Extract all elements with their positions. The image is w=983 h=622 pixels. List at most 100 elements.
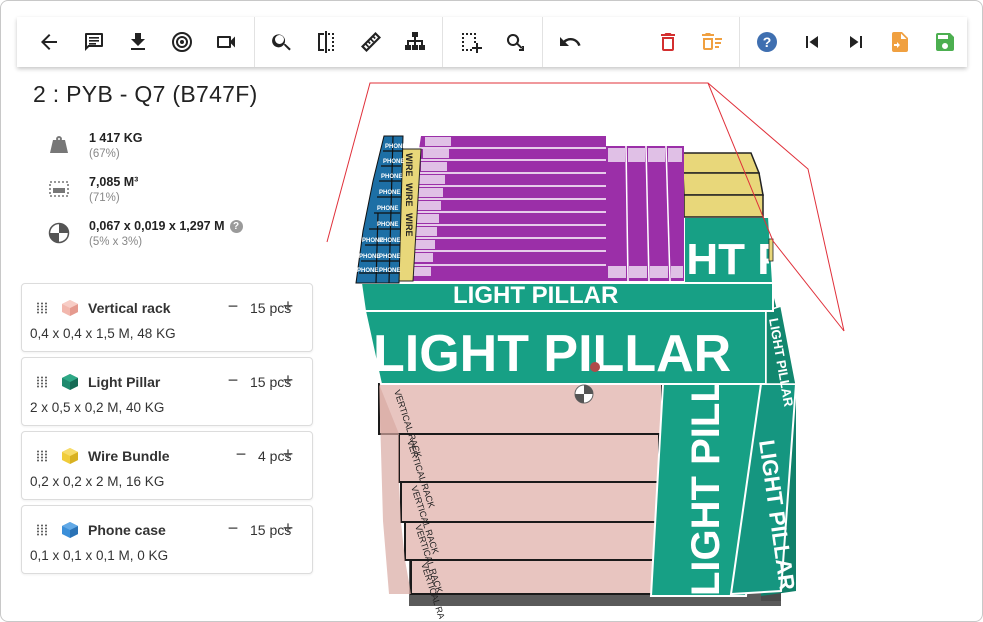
phone-label: PHONE: [383, 159, 404, 165]
drag-handle-icon[interactable]: [36, 450, 48, 462]
trash-list-icon: [701, 33, 722, 50]
skip-previous-icon: [805, 36, 818, 48]
save-icon: [935, 33, 954, 51]
center-of-gravity-marker: [590, 362, 600, 372]
decrease-button[interactable]: −: [225, 370, 241, 391]
item-card-wire-bundle[interactable]: Wire Bundle − 4 pcs + 0,2 x 0,2 x 2 M, 1…: [21, 431, 313, 500]
toolbar-separator: [739, 17, 741, 67]
decrease-button[interactable]: −: [225, 296, 241, 317]
help-icon: ?: [757, 32, 778, 52]
volume-value: 7,085 M³: [89, 175, 139, 189]
trash-icon: [660, 33, 675, 51]
search-button[interactable]: [263, 22, 301, 62]
app-window: ? 2 : PYB - Q7 (B747F) 1 417 KG (67%) 7,…: [0, 0, 983, 622]
phone-label: PHONE: [377, 222, 398, 228]
toolbar: ?: [17, 17, 967, 67]
toolbar-separator: [253, 17, 255, 67]
increase-button[interactable]: +: [280, 296, 296, 317]
dimensions-text: 0,067 x 0,019 x 1,297 M: [89, 219, 225, 233]
wire-label: WIRE: [404, 153, 414, 177]
cube-icon: [62, 300, 78, 316]
dimensions-value: 0,067 x 0,019 x 1,297 M?: [89, 219, 243, 233]
phone-label: PHONE: [357, 268, 378, 274]
select-area-button[interactable]: [451, 22, 489, 62]
comment-button[interactable]: [74, 22, 112, 62]
cube-icon: [62, 522, 78, 538]
file-export-icon: [892, 32, 909, 52]
rotate-search-button[interactable]: [496, 22, 534, 62]
weight-percent: (67%): [89, 148, 120, 160]
phone-label: PHONE: [385, 144, 406, 150]
select-area-icon: [461, 33, 482, 53]
drag-handle-icon[interactable]: [36, 302, 48, 314]
weight-stat: 1 417 KG (67%): [47, 131, 143, 160]
help-button[interactable]: ?: [748, 22, 786, 62]
save-button[interactable]: [926, 22, 964, 62]
rotate-search-icon: [506, 33, 524, 51]
download-icon: [130, 33, 145, 50]
delete-button[interactable]: [648, 22, 686, 62]
item-card-phone-case[interactable]: Phone case − 15 pcs + 0,1 x 0,1 x 0,1 M,…: [21, 505, 313, 574]
split-view-button[interactable]: [307, 22, 345, 62]
item-name: Phone case: [88, 522, 166, 538]
skip-next-button[interactable]: [837, 22, 875, 62]
item-dimensions: 0,4 x 0,4 x 1,5 M, 48 KG: [30, 326, 176, 341]
item-name: Vertical rack: [88, 300, 171, 316]
item-name: Light Pillar: [88, 374, 161, 390]
download-button[interactable]: [119, 22, 157, 62]
back-button[interactable]: [30, 22, 68, 62]
decrease-button[interactable]: −: [225, 518, 241, 539]
hierarchy-icon: [405, 32, 426, 50]
phone-label: PHONE: [379, 268, 400, 274]
search-icon: [272, 34, 291, 51]
item-card-light-pillar[interactable]: Light Pillar − 15 pcs + 2 x 0,5 x 0,2 M,…: [21, 357, 313, 426]
target-icon: [172, 32, 193, 52]
increase-button[interactable]: +: [280, 518, 296, 539]
drag-handle-icon[interactable]: [36, 524, 48, 536]
phone-label: PHONE: [381, 174, 402, 180]
pillar-label: LIGHT PILLAR: [453, 282, 618, 309]
wire-label: WIRE: [404, 213, 414, 237]
item-card-vertical-rack[interactable]: Vertical rack − 15 pcs + 0,4 x 0,4 x 1,5…: [21, 283, 313, 352]
svg-text:?: ?: [763, 34, 772, 50]
increase-button[interactable]: +: [280, 444, 296, 465]
increase-button[interactable]: +: [280, 370, 296, 391]
undo-icon: [560, 37, 581, 46]
weight-icon: [50, 136, 68, 153]
toolbar-separator: [542, 17, 544, 67]
phone-label: PHONE: [359, 254, 380, 260]
item-dimensions: 0,2 x 0,2 x 2 M, 16 KG: [30, 474, 165, 489]
wire-bundle-small: [768, 238, 774, 262]
volume-percent: (71%): [89, 192, 120, 204]
export-file-button[interactable]: [881, 22, 919, 62]
ruler-button[interactable]: [352, 22, 390, 62]
video-button[interactable]: [208, 22, 246, 62]
phone-label: PHONE: [377, 206, 398, 212]
skip-previous-button[interactable]: [792, 22, 830, 62]
video-icon: [216, 36, 235, 48]
load-3d-view[interactable]: VERTICAL RACK VERTICAL RACK VERTICAL RAC…: [321, 71, 981, 619]
volume-icon: [49, 181, 69, 197]
wire-bundle-yellow-stack: [680, 152, 764, 218]
item-dimensions: 0,1 x 0,1 x 0,1 M, 0 KG: [30, 548, 169, 563]
pillar-label: LIGHT PILLAR: [373, 325, 731, 383]
cube-icon: [62, 374, 78, 390]
split-icon: [318, 31, 335, 53]
target-button[interactable]: [163, 22, 201, 62]
weight-value: 1 417 KG: [89, 131, 143, 145]
delete-list-button[interactable]: [693, 22, 731, 62]
arrow-left-icon: [41, 34, 58, 50]
ruler-icon: [360, 32, 381, 52]
phone-label: PHONE: [379, 190, 400, 196]
volume-stat: 7,085 M³ (71%): [47, 175, 138, 204]
drag-handle-icon[interactable]: [36, 376, 48, 388]
phone-label: PHONE: [379, 238, 400, 244]
comment-icon: [84, 33, 103, 51]
hierarchy-button[interactable]: [396, 22, 434, 62]
center-gravity-icon: [48, 222, 70, 244]
decrease-button[interactable]: −: [233, 444, 249, 465]
item-name: Wire Bundle: [88, 448, 170, 464]
help-badge-icon[interactable]: ?: [229, 220, 243, 233]
undo-button[interactable]: [551, 22, 589, 62]
wire-bundle-purple-layer: [399, 136, 684, 282]
